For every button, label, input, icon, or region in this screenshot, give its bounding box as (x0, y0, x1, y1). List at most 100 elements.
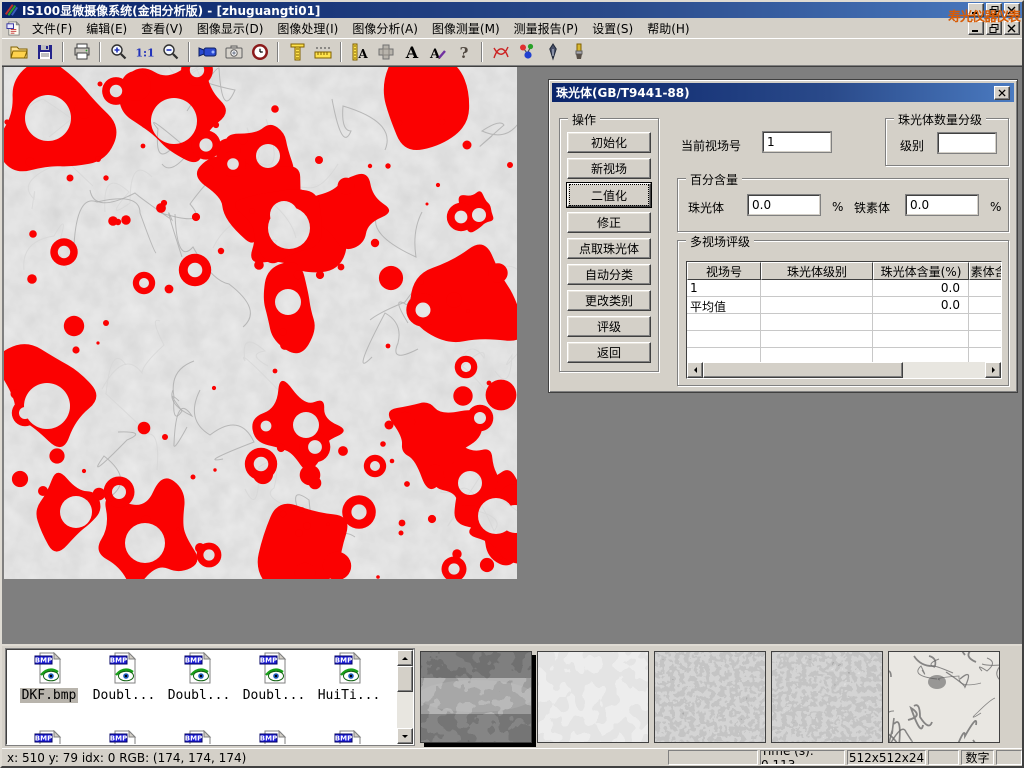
spline-tool-button[interactable] (488, 40, 513, 64)
file-name: Doubl... (166, 688, 233, 703)
scroll-up-button[interactable] (397, 650, 413, 666)
menu-settings[interactable]: 设置(S) (585, 18, 640, 39)
actual-size-button[interactable]: 1:1 (132, 40, 157, 64)
file-item[interactable]: BMPDoubl... (88, 652, 160, 703)
thumbnail-image-2[interactable] (537, 651, 649, 743)
file-item[interactable]: BMPHuiTi... (313, 652, 385, 703)
print-button[interactable] (69, 40, 94, 64)
file-name: DKF.bmp (20, 688, 79, 703)
svg-text:BMP: BMP (335, 735, 352, 743)
current-field-label: 当前视场号 (681, 137, 741, 154)
help-button[interactable]: ? (451, 40, 476, 64)
file-item[interactable]: BMP (163, 730, 235, 745)
level-input[interactable] (938, 133, 996, 153)
open-file-button[interactable] (6, 40, 31, 64)
ruler-tool-button[interactable] (310, 40, 335, 64)
table-row[interactable]: 平均值 0.0 (687, 297, 1001, 314)
thumbnail-image-1[interactable] (420, 651, 532, 743)
dialog-title-bar[interactable]: 珠光体(GB/T9441-88) (552, 83, 1014, 102)
pearlite-percent-input[interactable] (748, 195, 820, 215)
correct-button[interactable]: 修正 (567, 212, 651, 233)
table-horizontal-scrollbar[interactable] (687, 362, 1001, 378)
menu-measure-report[interactable]: 测量报告(P) (507, 18, 586, 39)
menu-edit[interactable]: 编辑(E) (79, 18, 134, 39)
bottom-panel: BMPDKF.bmp BMPDoubl... BMPDoubl... BMPDo… (2, 644, 1022, 748)
workspace: 珠光体(GB/T9441-88) 操作 初始化 新视场 二值化 修正 点取珠光体… (2, 66, 1022, 644)
menu-view[interactable]: 查看(V) (134, 18, 190, 39)
pen-tool-button[interactable] (540, 40, 565, 64)
scrollbar-thumb[interactable] (703, 362, 903, 378)
video-camera-icon (198, 42, 218, 62)
brush-icon (569, 42, 589, 62)
scroll-down-button[interactable] (397, 728, 413, 744)
text-edit-tool-button[interactable]: A (425, 40, 450, 64)
zoom-out-button[interactable] (158, 40, 183, 64)
grading-table-header: 视场号 珠光体级别 珠光体含量(%) 铁素体含量(%) (687, 262, 1001, 280)
file-item[interactable]: BMP (13, 730, 85, 745)
auto-classify-button[interactable]: 自动分类 (567, 264, 651, 285)
menu-image-processing[interactable]: 图像处理(I) (270, 18, 345, 39)
current-field-input[interactable] (763, 132, 831, 152)
new-field-button[interactable]: 新视场 (567, 158, 651, 179)
file-browser-scrollbar[interactable] (397, 650, 413, 744)
file-item[interactable]: BMPDoubl... (163, 652, 235, 703)
timer-button[interactable] (247, 40, 272, 64)
toolbar-separator (340, 42, 342, 62)
status-panel-empty (668, 750, 758, 765)
file-item[interactable]: BMPDoubl... (238, 652, 310, 703)
app-icon[interactable] (4, 3, 18, 17)
file-item[interactable]: BMP (88, 730, 160, 745)
text-tool-button[interactable]: A (399, 40, 424, 64)
svg-text:BMP: BMP (260, 657, 277, 665)
menu-image-measure[interactable]: 图像测量(M) (425, 18, 507, 39)
caliper-tool-button[interactable] (284, 40, 309, 64)
file-item[interactable]: BMPDKF.bmp (13, 652, 85, 703)
camera-capture-button[interactable] (221, 40, 246, 64)
menu-image-display[interactable]: 图像显示(D) (190, 18, 271, 39)
change-class-button[interactable]: 更改类别 (567, 290, 651, 311)
binarize-button[interactable]: 二值化 (567, 183, 651, 207)
scrollbar-thumb[interactable] (397, 666, 413, 692)
bmp-file-icon: BMP (334, 730, 364, 745)
save-button[interactable] (32, 40, 57, 64)
document-icon[interactable] (6, 21, 21, 36)
phase-mark-button[interactable] (514, 40, 539, 64)
menu-file[interactable]: 文件(F) (25, 18, 79, 39)
video-capture-button[interactable] (195, 40, 220, 64)
thumbnail-image-4[interactable] (771, 651, 883, 743)
status-panel-empty (996, 750, 1022, 765)
status-panel-image-size: (512x512x24) (847, 750, 926, 765)
toolbar-separator (481, 42, 483, 62)
status-panel-mode: 数字 (961, 750, 994, 765)
pick-pearlite-button[interactable]: 点取珠光体 (567, 238, 651, 259)
calibration-tool-button[interactable]: A (347, 40, 372, 64)
scrollbar-track[interactable] (903, 362, 985, 378)
brush-tool-button[interactable] (566, 40, 591, 64)
vendor-watermark: 寿光仪器仪表 (948, 6, 1020, 25)
table-row[interactable]: 1 0.0 (687, 280, 1001, 297)
file-name: Doubl... (91, 688, 158, 703)
menu-image-analysis[interactable]: 图像分析(A) (345, 18, 425, 39)
thumbnail-image-5[interactable] (888, 651, 1000, 743)
dialog-close-button[interactable] (994, 86, 1010, 100)
ferrite-percent-sign: % (990, 200, 1001, 214)
grade-button[interactable]: 评级 (567, 316, 651, 337)
grid-tool-button[interactable] (373, 40, 398, 64)
ferrite-percent-input[interactable] (906, 195, 978, 215)
text-edit-icon: A (428, 42, 448, 62)
pen-icon (543, 42, 563, 62)
ruler-icon (313, 42, 333, 62)
return-button[interactable]: 返回 (567, 342, 651, 363)
file-item[interactable]: BMP (238, 730, 310, 745)
init-button[interactable]: 初始化 (567, 132, 651, 153)
menu-help[interactable]: 帮助(H) (640, 18, 696, 39)
thumbnail-image-3[interactable] (654, 651, 766, 743)
scroll-right-button[interactable] (985, 362, 1001, 378)
title-bar[interactable]: IS100显微摄像系统(金相分析版) - [zhuguangti01] (2, 2, 1022, 18)
svg-text:BMP: BMP (110, 735, 127, 743)
zoom-in-button[interactable] (106, 40, 131, 64)
col-field-number: 视场号 (687, 262, 761, 280)
micrograph-image[interactable] (4, 67, 517, 579)
scroll-left-button[interactable] (687, 362, 703, 378)
file-item[interactable]: BMP (313, 730, 385, 745)
